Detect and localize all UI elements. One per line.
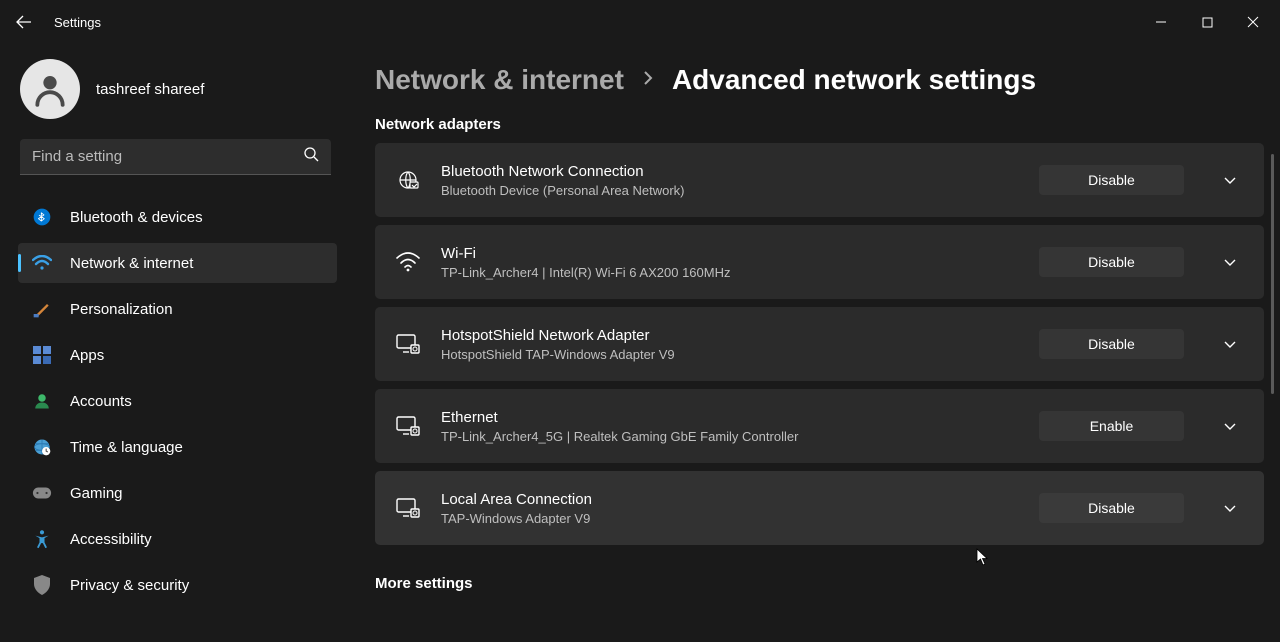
chevron-down-icon[interactable] bbox=[1210, 488, 1250, 528]
sidebar-item-label: Bluetooth & devices bbox=[70, 209, 203, 226]
breadcrumb: Network & internet Advanced network sett… bbox=[375, 64, 1264, 96]
monitor-icon bbox=[395, 331, 421, 357]
adapter-title: Wi-Fi bbox=[441, 245, 1019, 263]
adapter-action-button[interactable]: Disable bbox=[1039, 165, 1184, 195]
profile-block[interactable]: tashreef shareef bbox=[18, 59, 337, 119]
section-title-more: More settings bbox=[375, 575, 1264, 592]
sidebar-item-network-internet[interactable]: Network & internet bbox=[18, 243, 337, 283]
adapter-subtitle: Bluetooth Device (Personal Area Network) bbox=[441, 183, 1019, 198]
adapter-card-hotspotshield[interactable]: HotspotShield Network Adapter HotspotShi… bbox=[375, 307, 1264, 381]
back-button[interactable] bbox=[4, 0, 44, 44]
search-box[interactable] bbox=[20, 139, 331, 175]
wifi-icon bbox=[32, 253, 52, 273]
chevron-down-icon[interactable] bbox=[1210, 242, 1250, 282]
adapter-card-ethernet[interactable]: Ethernet TP-Link_Archer4_5G | Realtek Ga… bbox=[375, 389, 1264, 463]
adapter-title: Ethernet bbox=[441, 409, 1019, 427]
main-content: Network & internet Advanced network sett… bbox=[345, 44, 1280, 642]
scrollbar[interactable] bbox=[1271, 154, 1274, 394]
section-title-adapters: Network adapters bbox=[375, 116, 1264, 133]
adapter-action-button[interactable]: Enable bbox=[1039, 411, 1184, 441]
window-controls bbox=[1138, 6, 1276, 38]
chevron-down-icon[interactable] bbox=[1210, 324, 1250, 364]
adapter-action-button[interactable]: Disable bbox=[1039, 493, 1184, 523]
adapter-card-wifi[interactable]: Wi-Fi TP-Link_Archer4 | Intel(R) Wi-Fi 6… bbox=[375, 225, 1264, 299]
avatar bbox=[20, 59, 80, 119]
adapter-action-button[interactable]: Disable bbox=[1039, 329, 1184, 359]
sidebar-item-personalization[interactable]: Personalization bbox=[18, 289, 337, 329]
profile-name: tashreef shareef bbox=[96, 81, 204, 98]
sidebar-item-accounts[interactable]: Accounts bbox=[18, 381, 337, 421]
person-icon bbox=[32, 391, 52, 411]
nav-list: Bluetooth & devices Network & internet P… bbox=[18, 197, 337, 605]
adapter-card-bluetooth[interactable]: Bluetooth Network Connection Bluetooth D… bbox=[375, 143, 1264, 217]
sidebar-item-privacy-security[interactable]: Privacy & security bbox=[18, 565, 337, 605]
breadcrumb-parent[interactable]: Network & internet bbox=[375, 64, 624, 96]
sidebar-item-label: Privacy & security bbox=[70, 577, 189, 594]
sidebar-item-gaming[interactable]: Gaming bbox=[18, 473, 337, 513]
sidebar-item-bluetooth-devices[interactable]: Bluetooth & devices bbox=[18, 197, 337, 237]
adapter-subtitle: TP-Link_Archer4 | Intel(R) Wi-Fi 6 AX200… bbox=[441, 265, 1019, 280]
chevron-down-icon[interactable] bbox=[1210, 406, 1250, 446]
sidebar-item-apps[interactable]: Apps bbox=[18, 335, 337, 375]
sidebar-item-label: Network & internet bbox=[70, 255, 193, 272]
chevron-right-icon bbox=[642, 69, 654, 92]
gamepad-icon bbox=[32, 483, 52, 503]
sidebar-item-time-language[interactable]: Time & language bbox=[18, 427, 337, 467]
adapter-action-button[interactable]: Disable bbox=[1039, 247, 1184, 277]
sidebar-item-label: Apps bbox=[70, 347, 104, 364]
monitor-icon bbox=[395, 413, 421, 439]
adapter-subtitle: TP-Link_Archer4_5G | Realtek Gaming GbE … bbox=[441, 429, 1019, 444]
window-title: Settings bbox=[54, 15, 101, 30]
maximize-button[interactable] bbox=[1184, 6, 1230, 38]
adapter-subtitle: HotspotShield TAP-Windows Adapter V9 bbox=[441, 347, 1019, 362]
breadcrumb-current: Advanced network settings bbox=[672, 64, 1036, 96]
adapter-title: Local Area Connection bbox=[441, 491, 1019, 509]
accessibility-icon bbox=[32, 529, 52, 549]
close-button[interactable] bbox=[1230, 6, 1276, 38]
chevron-down-icon[interactable] bbox=[1210, 160, 1250, 200]
globe-network-icon bbox=[395, 167, 421, 193]
search-input[interactable] bbox=[32, 148, 303, 165]
monitor-icon bbox=[395, 495, 421, 521]
sidebar-item-label: Gaming bbox=[70, 485, 123, 502]
bluetooth-icon bbox=[32, 207, 52, 227]
apps-icon bbox=[32, 345, 52, 365]
sidebar-item-label: Time & language bbox=[70, 439, 183, 456]
adapter-card-lan[interactable]: Local Area Connection TAP-Windows Adapte… bbox=[375, 471, 1264, 545]
sidebar-item-label: Personalization bbox=[70, 301, 173, 318]
titlebar: Settings bbox=[0, 0, 1280, 44]
adapter-subtitle: TAP-Windows Adapter V9 bbox=[441, 511, 1019, 526]
sidebar: tashreef shareef Bluetooth & devices Net… bbox=[0, 44, 345, 642]
sidebar-item-accessibility[interactable]: Accessibility bbox=[18, 519, 337, 559]
globe-icon bbox=[32, 437, 52, 457]
sidebar-item-label: Accounts bbox=[70, 393, 132, 410]
wifi-icon bbox=[395, 249, 421, 275]
sidebar-item-label: Accessibility bbox=[70, 531, 152, 548]
adapter-title: HotspotShield Network Adapter bbox=[441, 327, 1019, 345]
minimize-button[interactable] bbox=[1138, 6, 1184, 38]
adapter-title: Bluetooth Network Connection bbox=[441, 163, 1019, 181]
search-icon bbox=[303, 146, 319, 167]
shield-icon bbox=[32, 575, 52, 595]
brush-icon bbox=[32, 299, 52, 319]
